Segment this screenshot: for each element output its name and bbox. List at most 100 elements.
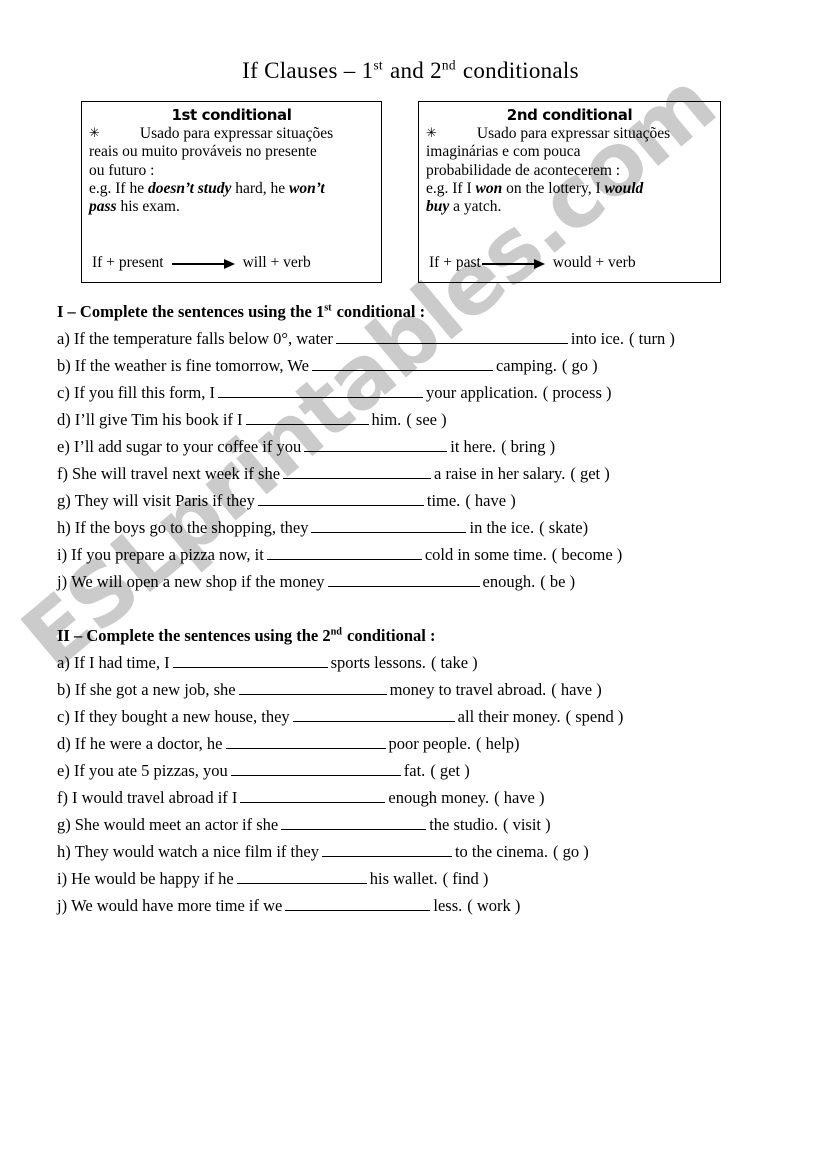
prompt-verb: ( go ) bbox=[552, 842, 589, 861]
answer-blank[interactable] bbox=[327, 573, 480, 587]
rule-box-first-example-mid: hard, he bbox=[231, 179, 290, 197]
question-text-after-blank: to the cinema. bbox=[454, 842, 548, 861]
rule-box-first-line3: ou futuro : bbox=[89, 161, 155, 179]
prompt-verb: ( have ) bbox=[494, 788, 545, 807]
page-title-lead: If Clauses – 1 bbox=[242, 58, 374, 83]
question-text-after-blank: him. bbox=[371, 410, 402, 429]
answer-blank[interactable] bbox=[285, 897, 431, 911]
page-title-tail: conditionals bbox=[462, 58, 579, 83]
question-label: g) bbox=[57, 491, 71, 510]
question-row: j) We would have more time if we less.( wo… bbox=[57, 897, 777, 924]
question-text-after-blank: time. bbox=[426, 491, 461, 510]
answer-blank[interactable] bbox=[240, 789, 386, 803]
question-row: h) They would watch a nice film if they to… bbox=[57, 843, 777, 870]
question-text-after-blank: sports lessons. bbox=[330, 653, 426, 672]
rule-box-first-body: ✳ Usado para expressar situações reais ou… bbox=[89, 125, 374, 216]
question-row: d) I’ll give Tim his book if I him.( see ) bbox=[57, 411, 777, 438]
question-label: a) bbox=[57, 653, 70, 672]
question-text-before-blank: She will travel next week if she bbox=[72, 464, 281, 483]
answer-blank[interactable] bbox=[311, 519, 467, 533]
question-label: e) bbox=[57, 437, 70, 456]
rule-box-first-example-pre: e.g. If he bbox=[89, 179, 148, 197]
section-2-numeral: II bbox=[57, 626, 70, 645]
question-row: a) If the temperature falls below 0°, wat… bbox=[57, 330, 777, 357]
section-1-numeral: I bbox=[57, 302, 64, 321]
answer-blank[interactable] bbox=[304, 438, 448, 452]
question-text-after-blank: less. bbox=[433, 896, 463, 915]
question-text-after-blank: the studio. bbox=[429, 815, 498, 834]
section-1-heading-pre: – Complete the sentences using the 1 bbox=[67, 302, 325, 321]
rule-box-first-title: 1st conditional bbox=[171, 106, 292, 124]
answer-blank[interactable] bbox=[321, 843, 452, 857]
asterisk-icon: ✳ bbox=[89, 126, 100, 141]
question-text-after-blank: enough money. bbox=[388, 788, 490, 807]
question-text-before-blank: They would watch a nice film if they bbox=[74, 842, 319, 861]
answer-blank[interactable] bbox=[238, 681, 387, 695]
question-text-after-blank: a raise in her salary. bbox=[434, 464, 566, 483]
question-text-after-blank: enough. bbox=[482, 572, 536, 591]
question-text-after-blank: his wallet. bbox=[369, 869, 438, 888]
question-label: j) bbox=[57, 896, 68, 915]
prompt-verb: ( spend ) bbox=[565, 707, 624, 726]
question-row: j) We will open a new shop if the money en… bbox=[57, 573, 777, 600]
section-1-question-list: a) If the temperature falls below 0°, wat… bbox=[57, 330, 777, 600]
prompt-verb: ( turn ) bbox=[629, 329, 675, 348]
prompt-verb: ( become ) bbox=[551, 545, 623, 564]
rule-box-second-example-bold2: would bbox=[604, 179, 644, 197]
prompt-verb: ( visit ) bbox=[502, 815, 551, 834]
prompt-verb: ( get ) bbox=[430, 761, 470, 780]
question-text-before-blank: We would have more time if we bbox=[71, 896, 283, 915]
question-label: g) bbox=[57, 815, 71, 834]
question-row: i) He would be happy if he his wallet.( fi… bbox=[57, 870, 777, 897]
question-label: a) bbox=[57, 329, 70, 348]
answer-blank[interactable] bbox=[217, 384, 423, 398]
question-text-before-blank: If she got a new job, she bbox=[74, 680, 236, 699]
question-row: f) She will travel next week if she a rais… bbox=[57, 465, 777, 492]
question-row: b) If the weather is fine tomorrow, We cam… bbox=[57, 357, 777, 384]
question-text-after-blank: into ice. bbox=[570, 329, 625, 348]
answer-blank[interactable] bbox=[257, 492, 424, 506]
arrow-right-icon bbox=[171, 257, 236, 269]
section-1-heading-post: conditional : bbox=[336, 302, 426, 321]
rule-box-first-example-bold2: won’t bbox=[289, 179, 325, 197]
answer-blank[interactable] bbox=[281, 816, 427, 830]
answer-blank[interactable] bbox=[236, 870, 367, 884]
question-label: h) bbox=[57, 842, 71, 861]
question-text-before-blank: If they bought a new house, they bbox=[73, 707, 290, 726]
answer-blank[interactable] bbox=[266, 546, 422, 560]
answer-blank[interactable] bbox=[230, 762, 401, 776]
answer-blank[interactable] bbox=[335, 330, 568, 344]
answer-blank[interactable] bbox=[283, 465, 432, 479]
exercise-section-second-conditional: II – Complete the sentences using the 2n… bbox=[57, 626, 777, 924]
question-text-before-blank: We will open a new shop if the money bbox=[71, 572, 325, 591]
rule-box-second-example-bold1: won bbox=[475, 179, 503, 197]
prompt-verb: ( process ) bbox=[542, 383, 612, 402]
rule-box-second-line2: imaginárias e com pouca bbox=[426, 143, 581, 161]
question-text-after-blank: in the ice. bbox=[469, 518, 535, 537]
question-label: b) bbox=[57, 356, 71, 375]
question-text-after-blank: your application. bbox=[425, 383, 538, 402]
question-row: g) They will visit Paris if they time.( ha… bbox=[57, 492, 777, 519]
answer-blank[interactable] bbox=[225, 735, 386, 749]
prompt-verb: ( work ) bbox=[467, 896, 521, 915]
rule-box-second-example-pre: e.g. If I bbox=[426, 179, 476, 197]
answer-blank[interactable] bbox=[172, 654, 328, 668]
question-text-before-blank: He would be happy if he bbox=[71, 869, 234, 888]
question-text-after-blank: poor people. bbox=[388, 734, 471, 753]
answer-blank[interactable] bbox=[311, 357, 493, 371]
section-2-heading-post: conditional : bbox=[347, 626, 436, 645]
rule-box-first-line2: reais ou muito prováveis no presente bbox=[89, 143, 317, 161]
exercise-section-first-conditional: I – Complete the sentences using the 1st… bbox=[57, 302, 777, 600]
prompt-verb: ( see ) bbox=[406, 410, 447, 429]
question-row: f) I would travel abroad if I enough money… bbox=[57, 789, 777, 816]
answer-blank[interactable] bbox=[292, 708, 455, 722]
question-label: i) bbox=[57, 869, 68, 888]
question-text-before-blank: I would travel abroad if I bbox=[72, 788, 238, 807]
question-text-before-blank: If you ate 5 pizzas, you bbox=[73, 761, 228, 780]
question-text-before-blank: If I had time, I bbox=[73, 653, 170, 672]
answer-blank[interactable] bbox=[245, 411, 369, 425]
question-row: h) If the boys go to the shopping, they in… bbox=[57, 519, 777, 546]
asterisk-icon: ✳ bbox=[426, 126, 437, 141]
question-label: d) bbox=[57, 734, 71, 753]
prompt-verb: ( bring ) bbox=[501, 437, 556, 456]
